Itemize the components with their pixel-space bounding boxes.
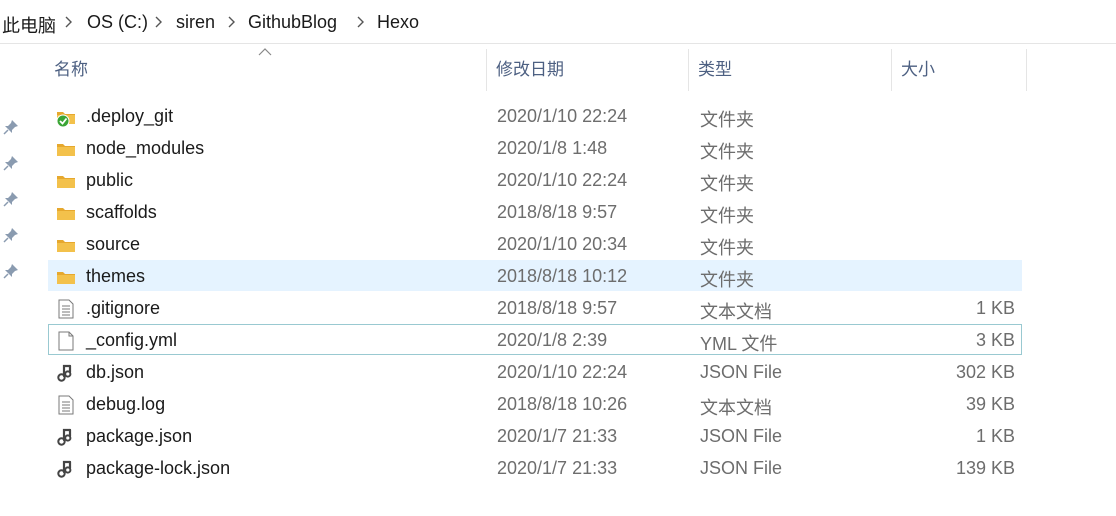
file-modified-date: 2020/1/10 20:34: [497, 234, 628, 254]
file-size: 1 KB: [975, 426, 1015, 446]
file-modified-date: 2020/1/8 2:39: [497, 330, 608, 350]
file-name: package.json: [86, 426, 193, 446]
file-name: themes: [86, 266, 146, 286]
file-modified-date: 2020/1/8 1:48: [497, 138, 608, 158]
folder-icon: [56, 171, 76, 191]
folder-icon: [56, 235, 76, 255]
column-divider[interactable]: [1026, 49, 1027, 91]
file-type: 文本文档: [700, 398, 772, 418]
text-document-icon: [56, 395, 76, 415]
breadcrumb-siren[interactable]: siren: [176, 12, 215, 33]
column-divider[interactable]: [891, 49, 892, 91]
json-file-icon: [56, 427, 76, 447]
file-row[interactable]: .gitignore 2018/8/18 9:57 文本文档 1 KB: [48, 292, 1022, 323]
file-size: 1 KB: [975, 298, 1015, 318]
pin-icon[interactable]: [3, 227, 19, 243]
file-row[interactable]: .deploy_git 2020/1/10 22:24 文件夹: [48, 100, 1022, 131]
file-size: 139 KB: [955, 458, 1015, 478]
pin-icon[interactable]: [3, 191, 19, 207]
json-file-icon: [56, 459, 76, 479]
file-row[interactable]: themes 2018/8/18 10:12 文件夹: [48, 260, 1022, 291]
breadcrumb-chevron-icon[interactable]: [154, 12, 164, 32]
file-type: 文本文档: [700, 302, 772, 322]
file-row[interactable]: _config.yml 2020/1/8 2:39 YML 文件 3 KB: [48, 324, 1022, 355]
column-header-date[interactable]: 修改日期: [490, 45, 688, 91]
file-name: debug.log: [86, 394, 166, 414]
breadcrumb-hexo[interactable]: Hexo: [377, 12, 419, 33]
file-modified-date: 2020/1/10 22:24: [497, 362, 628, 382]
file-row[interactable]: node_modules 2020/1/8 1:48 文件夹: [48, 132, 1022, 163]
pin-icon[interactable]: [3, 263, 19, 279]
breadcrumb-chevron-icon[interactable]: [227, 12, 237, 32]
file-row[interactable]: source 2020/1/10 20:34 文件夹: [48, 228, 1022, 259]
folder-icon: [56, 267, 76, 287]
file-name: node_modules: [86, 138, 205, 158]
breadcrumb-os-c[interactable]: OS (C:): [87, 12, 148, 33]
column-header-name[interactable]: 名称: [48, 45, 486, 91]
folder-icon: [56, 203, 76, 223]
file-type: YML 文件: [700, 334, 778, 354]
file-modified-date: 2020/1/7 21:33: [497, 458, 618, 478]
file-type: 文件夹: [700, 142, 754, 162]
file-modified-date: 2018/8/18 9:57: [497, 202, 618, 222]
file-name: public: [86, 170, 134, 190]
file-size: 302 KB: [955, 362, 1015, 382]
file-row[interactable]: db.json 2020/1/10 22:24 JSON File 302 KB: [48, 356, 1022, 387]
file-modified-date: 2020/1/10 22:24: [497, 170, 628, 190]
file-row[interactable]: debug.log 2018/8/18 10:26 文本文档 39 KB: [48, 388, 1022, 419]
file-row[interactable]: public 2020/1/10 22:24 文件夹: [48, 164, 1022, 195]
file-modified-date: 2018/8/18 10:12: [497, 266, 628, 286]
file-name: db.json: [86, 362, 145, 382]
pin-icon[interactable]: [3, 119, 19, 135]
file-modified-date: 2018/8/18 9:57: [497, 298, 618, 318]
file-row[interactable]: scaffolds 2018/8/18 9:57 文件夹: [48, 196, 1022, 227]
breadcrumb-chevron-icon[interactable]: [356, 12, 366, 32]
file-type: 文件夹: [700, 174, 754, 194]
file-row[interactable]: package-lock.json 2020/1/7 21:33 JSON File…: [48, 452, 1022, 483]
column-header-type[interactable]: 类型: [692, 45, 890, 91]
file-name: _config.yml: [86, 330, 178, 350]
text-document-icon: [56, 299, 76, 319]
blank-file-icon: [56, 331, 76, 351]
folder-icon: [56, 139, 76, 159]
file-name: source: [86, 234, 141, 254]
file-type: 文件夹: [700, 206, 754, 226]
file-modified-date: 2020/1/7 21:33: [497, 426, 618, 446]
file-type: 文件夹: [700, 110, 754, 130]
column-divider[interactable]: [486, 49, 487, 91]
file-name: .deploy_git: [86, 106, 174, 126]
file-name: .gitignore: [86, 298, 161, 318]
file-modified-date: 2018/8/18 10:26: [497, 394, 628, 414]
column-header-size[interactable]: 大小: [895, 45, 1025, 91]
file-type: 文件夹: [700, 270, 754, 290]
file-type: 文件夹: [700, 238, 754, 258]
file-type: JSON File: [700, 458, 783, 478]
file-modified-date: 2020/1/10 22:24: [497, 106, 628, 126]
file-size: 3 KB: [975, 330, 1015, 350]
breadcrumb: 此电脑 OS (C:) siren GithubBlog Hexo: [0, 0, 1116, 44]
json-file-icon: [56, 363, 76, 383]
file-row[interactable]: package.json 2020/1/7 21:33 JSON File 1 KB: [48, 420, 1022, 451]
breadcrumb-this-pc[interactable]: 此电脑: [2, 12, 56, 38]
folder-synced-icon: [56, 107, 76, 128]
file-type: JSON File: [700, 426, 783, 446]
file-name: scaffolds: [86, 202, 157, 222]
column-header: 名称 修改日期 类型 大小: [0, 45, 1116, 95]
breadcrumb-githubblog[interactable]: GithubBlog: [248, 12, 337, 33]
file-size: 39 KB: [965, 394, 1015, 414]
pin-icon[interactable]: [3, 155, 19, 171]
file-type: JSON File: [700, 362, 783, 382]
column-divider[interactable]: [688, 49, 689, 91]
file-name: package-lock.json: [86, 458, 231, 478]
breadcrumb-chevron-icon[interactable]: [64, 12, 74, 32]
navigation-pane-strip: [0, 44, 26, 516]
